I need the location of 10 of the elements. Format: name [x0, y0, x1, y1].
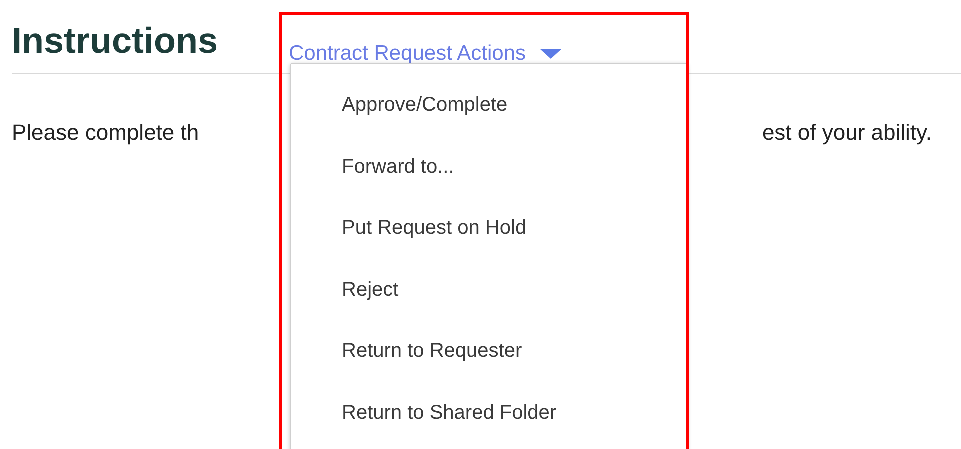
instruction-text: est of your ability. [762, 120, 932, 146]
instruction-text: Please complete th [12, 120, 200, 146]
menu-item[interactable]: Approve/Complete [291, 90, 687, 152]
menu-item[interactable]: Reject [291, 274, 687, 336]
section-heading: Instructions [12, 20, 218, 62]
actions-dropdown[interactable]: Contract Request Actions [289, 42, 562, 66]
menu-item[interactable]: Forward to... [291, 152, 687, 213]
menu-item[interactable]: Put Request on Hold [291, 213, 687, 274]
menu-item[interactable]: Return to Requester [291, 336, 687, 398]
menu-item[interactable]: Return to Shared Folder [291, 398, 687, 449]
